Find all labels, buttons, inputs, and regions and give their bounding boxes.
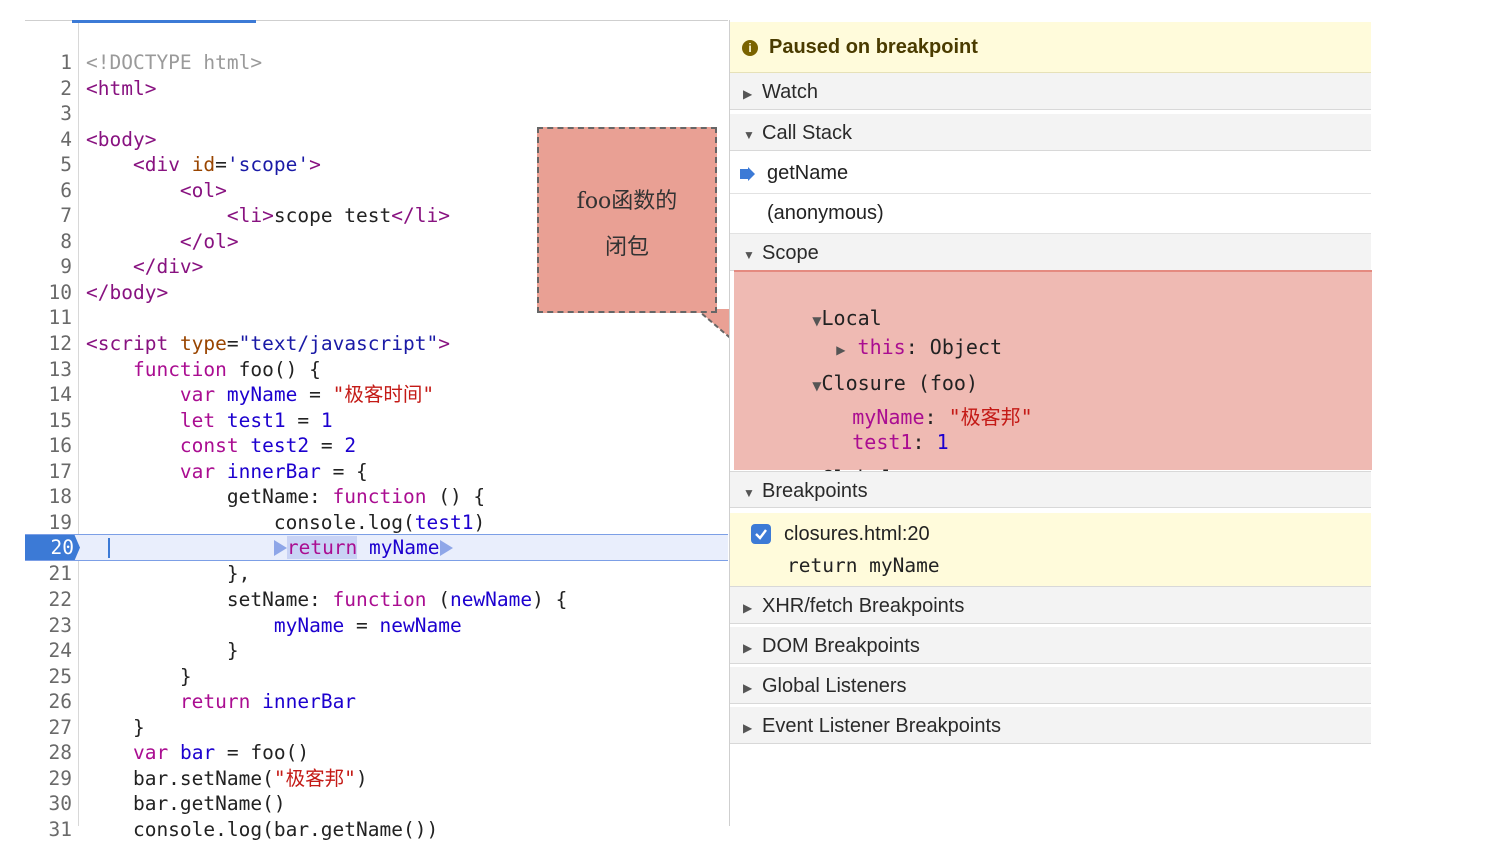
debugger-sidebar: i Paused on breakpoint ▶ Watch ▼ Call St… (729, 20, 1372, 826)
current-frame-arrow-icon (740, 167, 755, 181)
triangle-right-icon: ▶ (743, 681, 753, 695)
triangle-down-icon: ▼ (743, 486, 755, 500)
section-event-listener-breakpoints[interactable]: ▶ Event Listener Breakpoints (730, 707, 1371, 744)
triangle-down-icon: ▼ (743, 248, 755, 262)
section-scope[interactable]: ▼ Scope (730, 234, 1371, 271)
breakpoint-checkbox[interactable] (751, 524, 771, 544)
breakpoint-location: closures.html:20 (784, 523, 930, 545)
section-xhr-breakpoints[interactable]: ▶ XHR/fetch Breakpoints (730, 587, 1371, 624)
closure-callout: foo函数的 闭包 (537, 127, 717, 313)
triangle-right-icon: ▶ (743, 601, 753, 615)
info-icon: i (742, 40, 758, 56)
section-breakpoints[interactable]: ▼ Breakpoints (730, 471, 1371, 508)
call-frame-label: (anonymous) (767, 202, 884, 224)
prop-value: "极客邦" (948, 405, 1033, 429)
section-watch-label: Watch (762, 81, 818, 103)
callout-line-2: 闭包 (604, 235, 649, 260)
triangle-down-icon: ▼ (743, 128, 755, 142)
paused-banner: i Paused on breakpoint (730, 22, 1371, 73)
scope-tree: ▼Local ▶ this: Object ▼Closure (foo) myN… (734, 270, 1372, 490)
callout-line-1: foo函数的 (576, 189, 678, 214)
breakpoint-item[interactable]: closures.html:20 return myName (730, 513, 1371, 587)
section-scope-label: Scope (762, 242, 819, 264)
checkmark-icon (755, 529, 767, 540)
breakpoint-code: return myName (787, 554, 940, 577)
triangle-right-icon: ▶ (743, 721, 753, 735)
section-call-stack-label: Call Stack (762, 122, 853, 144)
prop-value: 1 (936, 430, 949, 454)
section-watch[interactable]: ▶ Watch (730, 73, 1371, 110)
section-xhr-label: XHR/fetch Breakpoints (762, 595, 965, 617)
paused-label: Paused on breakpoint (769, 36, 978, 58)
call-frame-getname[interactable]: getName (730, 154, 1371, 194)
call-frame-anonymous[interactable]: (anonymous) (730, 194, 1371, 234)
triangle-right-icon: ▶ (743, 641, 753, 655)
section-breakpoints-label: Breakpoints (762, 480, 868, 502)
call-frame-label: getName (767, 162, 849, 184)
section-dom-label: DOM Breakpoints (762, 635, 920, 657)
section-global-listeners-label: Global Listeners (762, 675, 907, 697)
section-global-listeners[interactable]: ▶ Global Listeners (730, 667, 1371, 704)
section-dom-breakpoints[interactable]: ▶ DOM Breakpoints (730, 627, 1371, 664)
triangle-right-icon: ▶ (743, 87, 753, 101)
section-event-listener-label: Event Listener Breakpoints (762, 715, 1002, 737)
section-call-stack[interactable]: ▼ Call Stack (730, 114, 1371, 151)
